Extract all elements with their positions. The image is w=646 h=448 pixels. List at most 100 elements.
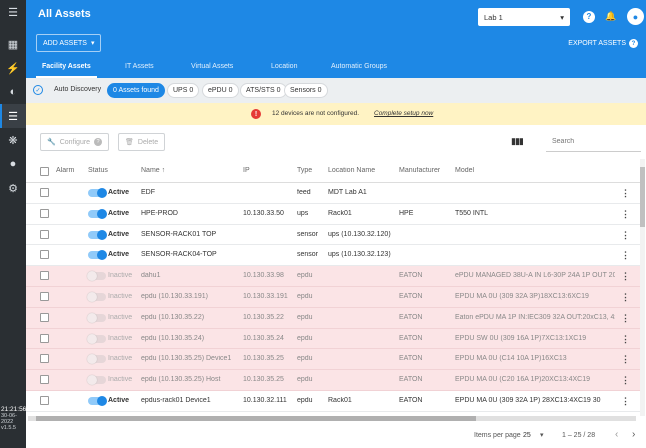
vertical-scrollbar[interactable]: [640, 159, 645, 416]
row-menu-icon[interactable]: ⋮: [621, 375, 630, 386]
table-row[interactable]: Inactive epdu (10.130.35.22) 10.130.35.22 e…: [26, 307, 640, 329]
status-toggle[interactable]: [88, 188, 107, 198]
help-icon[interactable]: ?: [629, 39, 638, 48]
vertical-scroll-thumb[interactable]: [640, 167, 645, 227]
contrast-icon[interactable]: ◐: [0, 80, 26, 104]
filter-chip-sensors[interactable]: Sensors 0: [284, 83, 328, 98]
status-toggle[interactable]: [87, 312, 106, 323]
filter-chip-ats-sts[interactable]: ATS/STS 0: [240, 83, 287, 98]
export-assets-label: EXPORT ASSETS: [568, 40, 626, 47]
table-row[interactable]: Inactive epdu (10.130.35.25) Device1 10.13…: [26, 349, 640, 371]
row-menu-icon[interactable]: ⋮: [621, 313, 630, 324]
chevron-down-icon[interactable]: ▾: [540, 431, 544, 439]
tab-facility-assets[interactable]: Facility Assets: [36, 54, 97, 78]
info-icon[interactable]: ●: [0, 152, 26, 176]
status-toggle[interactable]: [88, 396, 107, 406]
user-avatar-icon[interactable]: ●: [627, 8, 644, 25]
help-icon[interactable]: ?: [583, 10, 595, 23]
table-row[interactable]: Active epdus-rack01 Device1 10.130.32.111 e…: [26, 391, 640, 412]
table-row[interactable]: Active EDF feed MDT Lab A1 ⋮: [26, 183, 640, 204]
status-toggle[interactable]: [87, 271, 106, 282]
row-checkbox[interactable]: [40, 312, 49, 322]
cell-name: SENSOR-RACK04-TOP: [141, 251, 217, 259]
column-header-location[interactable]: Location Name: [328, 167, 375, 174]
row-menu-icon[interactable]: ⋮: [621, 209, 630, 220]
row-menu-icon[interactable]: ⋮: [621, 188, 630, 199]
cell-model: EPDU MA 0U (309 32A 1P) 28XC13:4XC19 30: [455, 397, 601, 404]
status-toggle[interactable]: [87, 375, 106, 386]
gear-icon[interactable]: ⚙: [0, 176, 26, 200]
horizontal-scrollbar[interactable]: [28, 416, 636, 421]
row-checkbox[interactable]: [40, 354, 49, 364]
row-checkbox[interactable]: [40, 396, 49, 405]
row-menu-icon[interactable]: ⋮: [621, 334, 630, 345]
row-checkbox[interactable]: [40, 250, 49, 260]
row-menu-icon[interactable]: ⋮: [621, 292, 630, 303]
column-header-alarm[interactable]: Alarm: [56, 167, 74, 174]
table-row[interactable]: Active SENSOR-RACK04-TOP sensor ups (10.130…: [26, 245, 640, 267]
column-header-model[interactable]: Model: [455, 167, 474, 174]
column-header-status[interactable]: Status: [88, 167, 108, 174]
column-header-name[interactable]: Name ↑: [141, 167, 165, 174]
table-row[interactable]: Active SENSOR-RACK01 TOP sensor ups (10.130…: [26, 225, 640, 246]
filter-chip-assets-found[interactable]: 0 Assets found: [107, 83, 165, 98]
status-toggle[interactable]: [88, 250, 107, 261]
column-header-type[interactable]: Type: [297, 167, 312, 174]
row-checkbox[interactable]: [40, 271, 49, 281]
table-row[interactable]: Inactive epdu (10.130.33.191) 10.130.33.19…: [26, 287, 640, 308]
menu-icon[interactable]: ☰: [0, 0, 26, 24]
table-row[interactable]: Inactive epdu (10.130.35.25) Host 10.130.3…: [26, 370, 640, 391]
row-checkbox[interactable]: [40, 333, 49, 343]
settings-cog-icon[interactable]: ❋: [0, 128, 26, 152]
power-plug-icon[interactable]: ⚡: [0, 56, 26, 80]
columns-icon[interactable]: ▮▮▮: [511, 136, 524, 147]
filter-chip-epdu[interactable]: ePDU 0: [202, 83, 239, 98]
export-assets-button[interactable]: EXPORT ASSETS ?: [568, 39, 638, 48]
row-checkbox[interactable]: [40, 292, 49, 301]
status-toggle[interactable]: [88, 208, 107, 219]
row-menu-icon[interactable]: ⋮: [621, 354, 630, 365]
next-page-icon[interactable]: ›: [632, 429, 635, 440]
table-row[interactable]: Inactive dahu1 10.130.33.98 epdu EATON ePDU M…: [26, 266, 640, 287]
table-row[interactable]: Active HPE-PROD 10.130.33.50 ups Rack01 HPE T5…: [26, 204, 640, 225]
status-toggle[interactable]: [87, 292, 106, 302]
help-icon: ?: [94, 138, 103, 146]
row-checkbox[interactable]: [40, 208, 49, 218]
horizontal-scroll-thumb[interactable]: [36, 416, 476, 421]
row-checkbox[interactable]: [40, 229, 49, 239]
status-toggle[interactable]: [87, 354, 106, 365]
auto-discovery-label[interactable]: Auto Discovery: [54, 86, 101, 93]
cell-type: epdu: [297, 272, 313, 280]
status-toggle[interactable]: [88, 229, 107, 240]
add-assets-button[interactable]: ADD ASSETS ▾: [36, 34, 102, 52]
tab-automatic-groups[interactable]: Automatic Groups: [331, 54, 387, 78]
cell-location: ups (10.130.32.123): [328, 251, 391, 259]
row-menu-icon[interactable]: ⋮: [621, 271, 630, 282]
status-toggle[interactable]: [87, 333, 106, 344]
dashboard-icon[interactable]: ▦: [0, 32, 26, 56]
cell-model: Eaton ePDU MA 1P IN:IEC309 32A OUT:20xC1…: [455, 313, 615, 321]
assets-list-icon[interactable]: ☰: [0, 104, 26, 128]
site-select[interactable]: Lab 1 ▾: [478, 8, 570, 26]
column-header-manufacturer[interactable]: Manufacturer: [399, 167, 440, 174]
row-checkbox[interactable]: [40, 375, 49, 385]
row-menu-icon[interactable]: ⋮: [621, 396, 630, 407]
notifications-bell-icon[interactable]: 🔔: [604, 10, 618, 24]
select-all-checkbox[interactable]: [40, 167, 49, 176]
row-menu-icon[interactable]: ⋮: [621, 230, 630, 241]
row-checkbox[interactable]: [40, 188, 49, 197]
search-input[interactable]: [546, 132, 641, 152]
complete-setup-link[interactable]: Complete setup now: [374, 110, 433, 117]
tab-location[interactable]: Location: [271, 54, 297, 78]
configure-button[interactable]: 🔧 Configure ?: [40, 133, 110, 151]
previous-page-icon[interactable]: ‹: [615, 429, 618, 440]
table-row[interactable]: Inactive epdu (10.130.35.24) 10.130.35.24 e…: [26, 328, 640, 350]
check-circle-icon[interactable]: ✓: [33, 85, 43, 95]
delete-button[interactable]: 🗑 Delete: [118, 133, 166, 151]
row-menu-icon[interactable]: ⋮: [621, 250, 630, 261]
tab-it-assets[interactable]: IT Assets: [125, 54, 154, 78]
items-per-page-select[interactable]: 25: [523, 432, 531, 439]
tab-virtual-assets[interactable]: Virtual Assets: [191, 54, 233, 78]
column-header-ip[interactable]: IP: [243, 167, 250, 174]
filter-chip-ups[interactable]: UPS 0: [167, 83, 200, 98]
